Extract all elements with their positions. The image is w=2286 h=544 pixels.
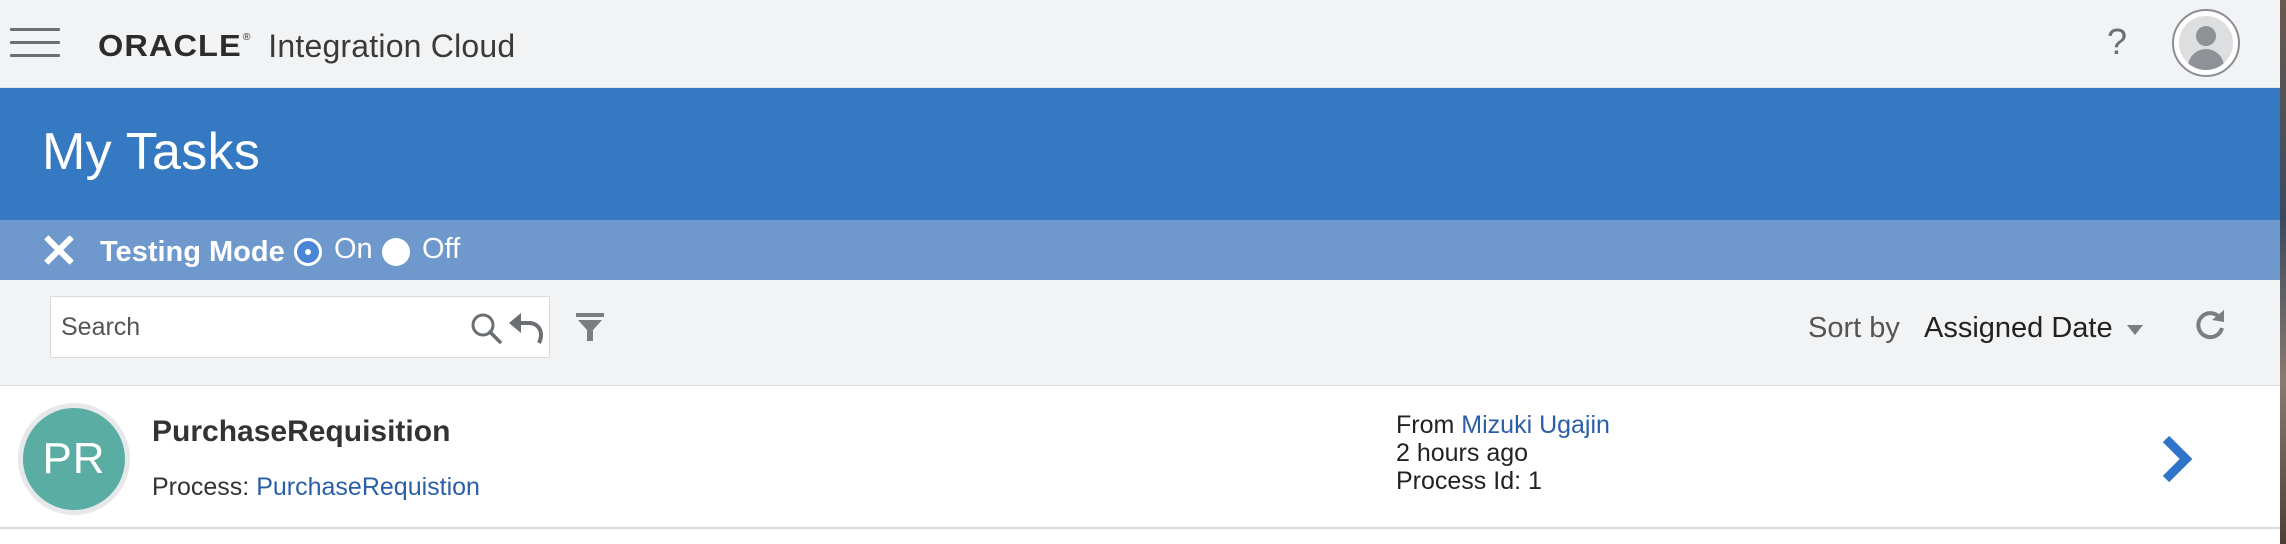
- task-from-label: From: [1396, 411, 1455, 439]
- search-box: [50, 296, 550, 358]
- testing-mode-bar: Testing Mode On Off: [0, 220, 2280, 280]
- task-from: From Mizuki Ugajin: [1396, 411, 1610, 439]
- testing-mode-off-radio[interactable]: [382, 238, 410, 266]
- sort-by-label: Sort by: [1808, 312, 1900, 344]
- chevron-down-icon: [2126, 325, 2143, 335]
- task-row[interactable]: PR PurchaseRequisition Process: Purchase…: [0, 387, 2280, 529]
- oracle-logo: ORACLE®: [98, 28, 252, 63]
- product-name: Integration Cloud: [268, 27, 516, 64]
- search-input[interactable]: [61, 305, 461, 349]
- top-header: ORACLE® Integration Cloud ?: [0, 0, 2286, 88]
- task-from-user-link[interactable]: Mizuki Ugajin: [1461, 411, 1610, 439]
- testing-mode-off-label[interactable]: Off: [422, 233, 460, 266]
- testing-mode-label: Testing Mode: [100, 236, 285, 268]
- sort-by-value: Assigned Date: [1924, 311, 2113, 344]
- chevron-right-icon[interactable]: [2158, 435, 2194, 483]
- window-edge: [2280, 0, 2286, 544]
- undo-icon[interactable]: [507, 309, 545, 345]
- task-process-label: Process:: [152, 473, 250, 501]
- task-initials-avatar: PR: [18, 403, 130, 515]
- page-title: My Tasks: [42, 123, 261, 181]
- task-meta: From Mizuki Ugajin 2 hours ago Process I…: [1396, 411, 1610, 495]
- sort-by-dropdown[interactable]: Assigned Date: [1924, 310, 2143, 346]
- content-background: [0, 531, 2280, 544]
- task-time-ago: 2 hours ago: [1396, 439, 1529, 467]
- close-icon[interactable]: [38, 230, 78, 270]
- task-toolbar: Sort by Assigned Date: [0, 280, 2280, 386]
- task-title[interactable]: PurchaseRequisition: [152, 415, 450, 449]
- search-icon[interactable]: [469, 311, 503, 345]
- task-process-link[interactable]: PurchaseRequistion: [256, 473, 480, 501]
- filter-icon[interactable]: [574, 310, 606, 344]
- user-avatar[interactable]: [2172, 9, 2240, 77]
- task-process-id: Process Id: 1: [1396, 467, 1542, 495]
- testing-mode-on-label[interactable]: On: [334, 233, 373, 266]
- brand: ORACLE® Integration Cloud: [98, 26, 515, 66]
- app-window: ORACLE® Integration Cloud ? My Tasks Tes…: [0, 0, 2286, 544]
- user-silhouette-icon: [2179, 16, 2233, 70]
- hamburger-menu-icon[interactable]: [10, 24, 62, 60]
- page-banner: My Tasks: [0, 88, 2280, 220]
- refresh-icon[interactable]: [2192, 306, 2228, 342]
- help-icon[interactable]: ?: [2100, 20, 2134, 64]
- task-process: Process: PurchaseRequistion: [152, 473, 480, 502]
- testing-mode-on-radio[interactable]: [294, 238, 322, 266]
